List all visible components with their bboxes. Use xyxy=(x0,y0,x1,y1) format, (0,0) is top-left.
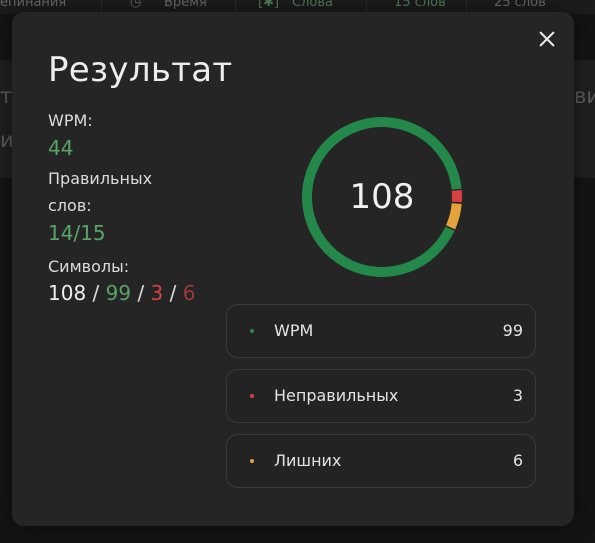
bg-text-fragment: ви xyxy=(574,84,595,108)
legend-label: Лишних xyxy=(274,451,342,470)
legend-value: 99 xyxy=(502,321,523,340)
wpm-value: 44 xyxy=(48,136,74,160)
symbols-correct: 99 xyxy=(105,281,132,305)
bg-text-fragment: т xyxy=(0,84,13,108)
correct-words-value: 14/15 xyxy=(48,221,106,245)
bg-mode-time[interactable]: Время xyxy=(164,0,207,10)
symbols-extra: 6 xyxy=(182,281,196,305)
donut-center-value: 108 xyxy=(349,177,415,217)
bg-mode-words[interactable]: Слова xyxy=(292,0,333,10)
brackets-icon: [✱] xyxy=(258,0,280,10)
legend-row-extra: Лишних 6 xyxy=(226,434,536,488)
legend-value: 6 xyxy=(512,451,523,470)
symbols-separator: / xyxy=(131,281,151,305)
symbols-label: Символы: xyxy=(48,257,130,276)
legend-value: 3 xyxy=(512,386,523,405)
legend-row-wpm: WPM 99 xyxy=(226,304,536,358)
symbols-separator: / xyxy=(86,281,106,305)
legend-dot xyxy=(250,459,254,463)
results-modal: Результат WPM: 44 Правильных слов: 14/15… xyxy=(12,12,574,526)
symbols-separator: / xyxy=(163,281,183,305)
legend-dot xyxy=(250,329,254,333)
symbols-total: 108 xyxy=(48,281,87,305)
correct-words-label-cont: слов: xyxy=(48,196,92,215)
symbols-incorrect: 3 xyxy=(150,281,164,305)
legend-label: WPM xyxy=(274,321,314,340)
bg-option-25[interactable]: 25 слов xyxy=(494,0,546,10)
close-icon[interactable] xyxy=(536,28,558,50)
legend-dot xyxy=(250,394,254,398)
bg-option-15[interactable]: 15 слов xyxy=(394,0,446,10)
wpm-label: WPM: xyxy=(48,111,93,130)
modal-title: Результат xyxy=(48,50,233,90)
symbols-breakdown: 108 / 99 / 3 / 6 xyxy=(48,280,195,306)
legend-row-incorrect: Неправильных 3 xyxy=(226,369,536,423)
clock-icon: ◷ xyxy=(130,0,142,10)
bg-mode-item[interactable]: епинания xyxy=(0,0,66,10)
legend-label: Неправильных xyxy=(274,386,399,405)
correct-words-label: Правильных xyxy=(48,169,153,188)
